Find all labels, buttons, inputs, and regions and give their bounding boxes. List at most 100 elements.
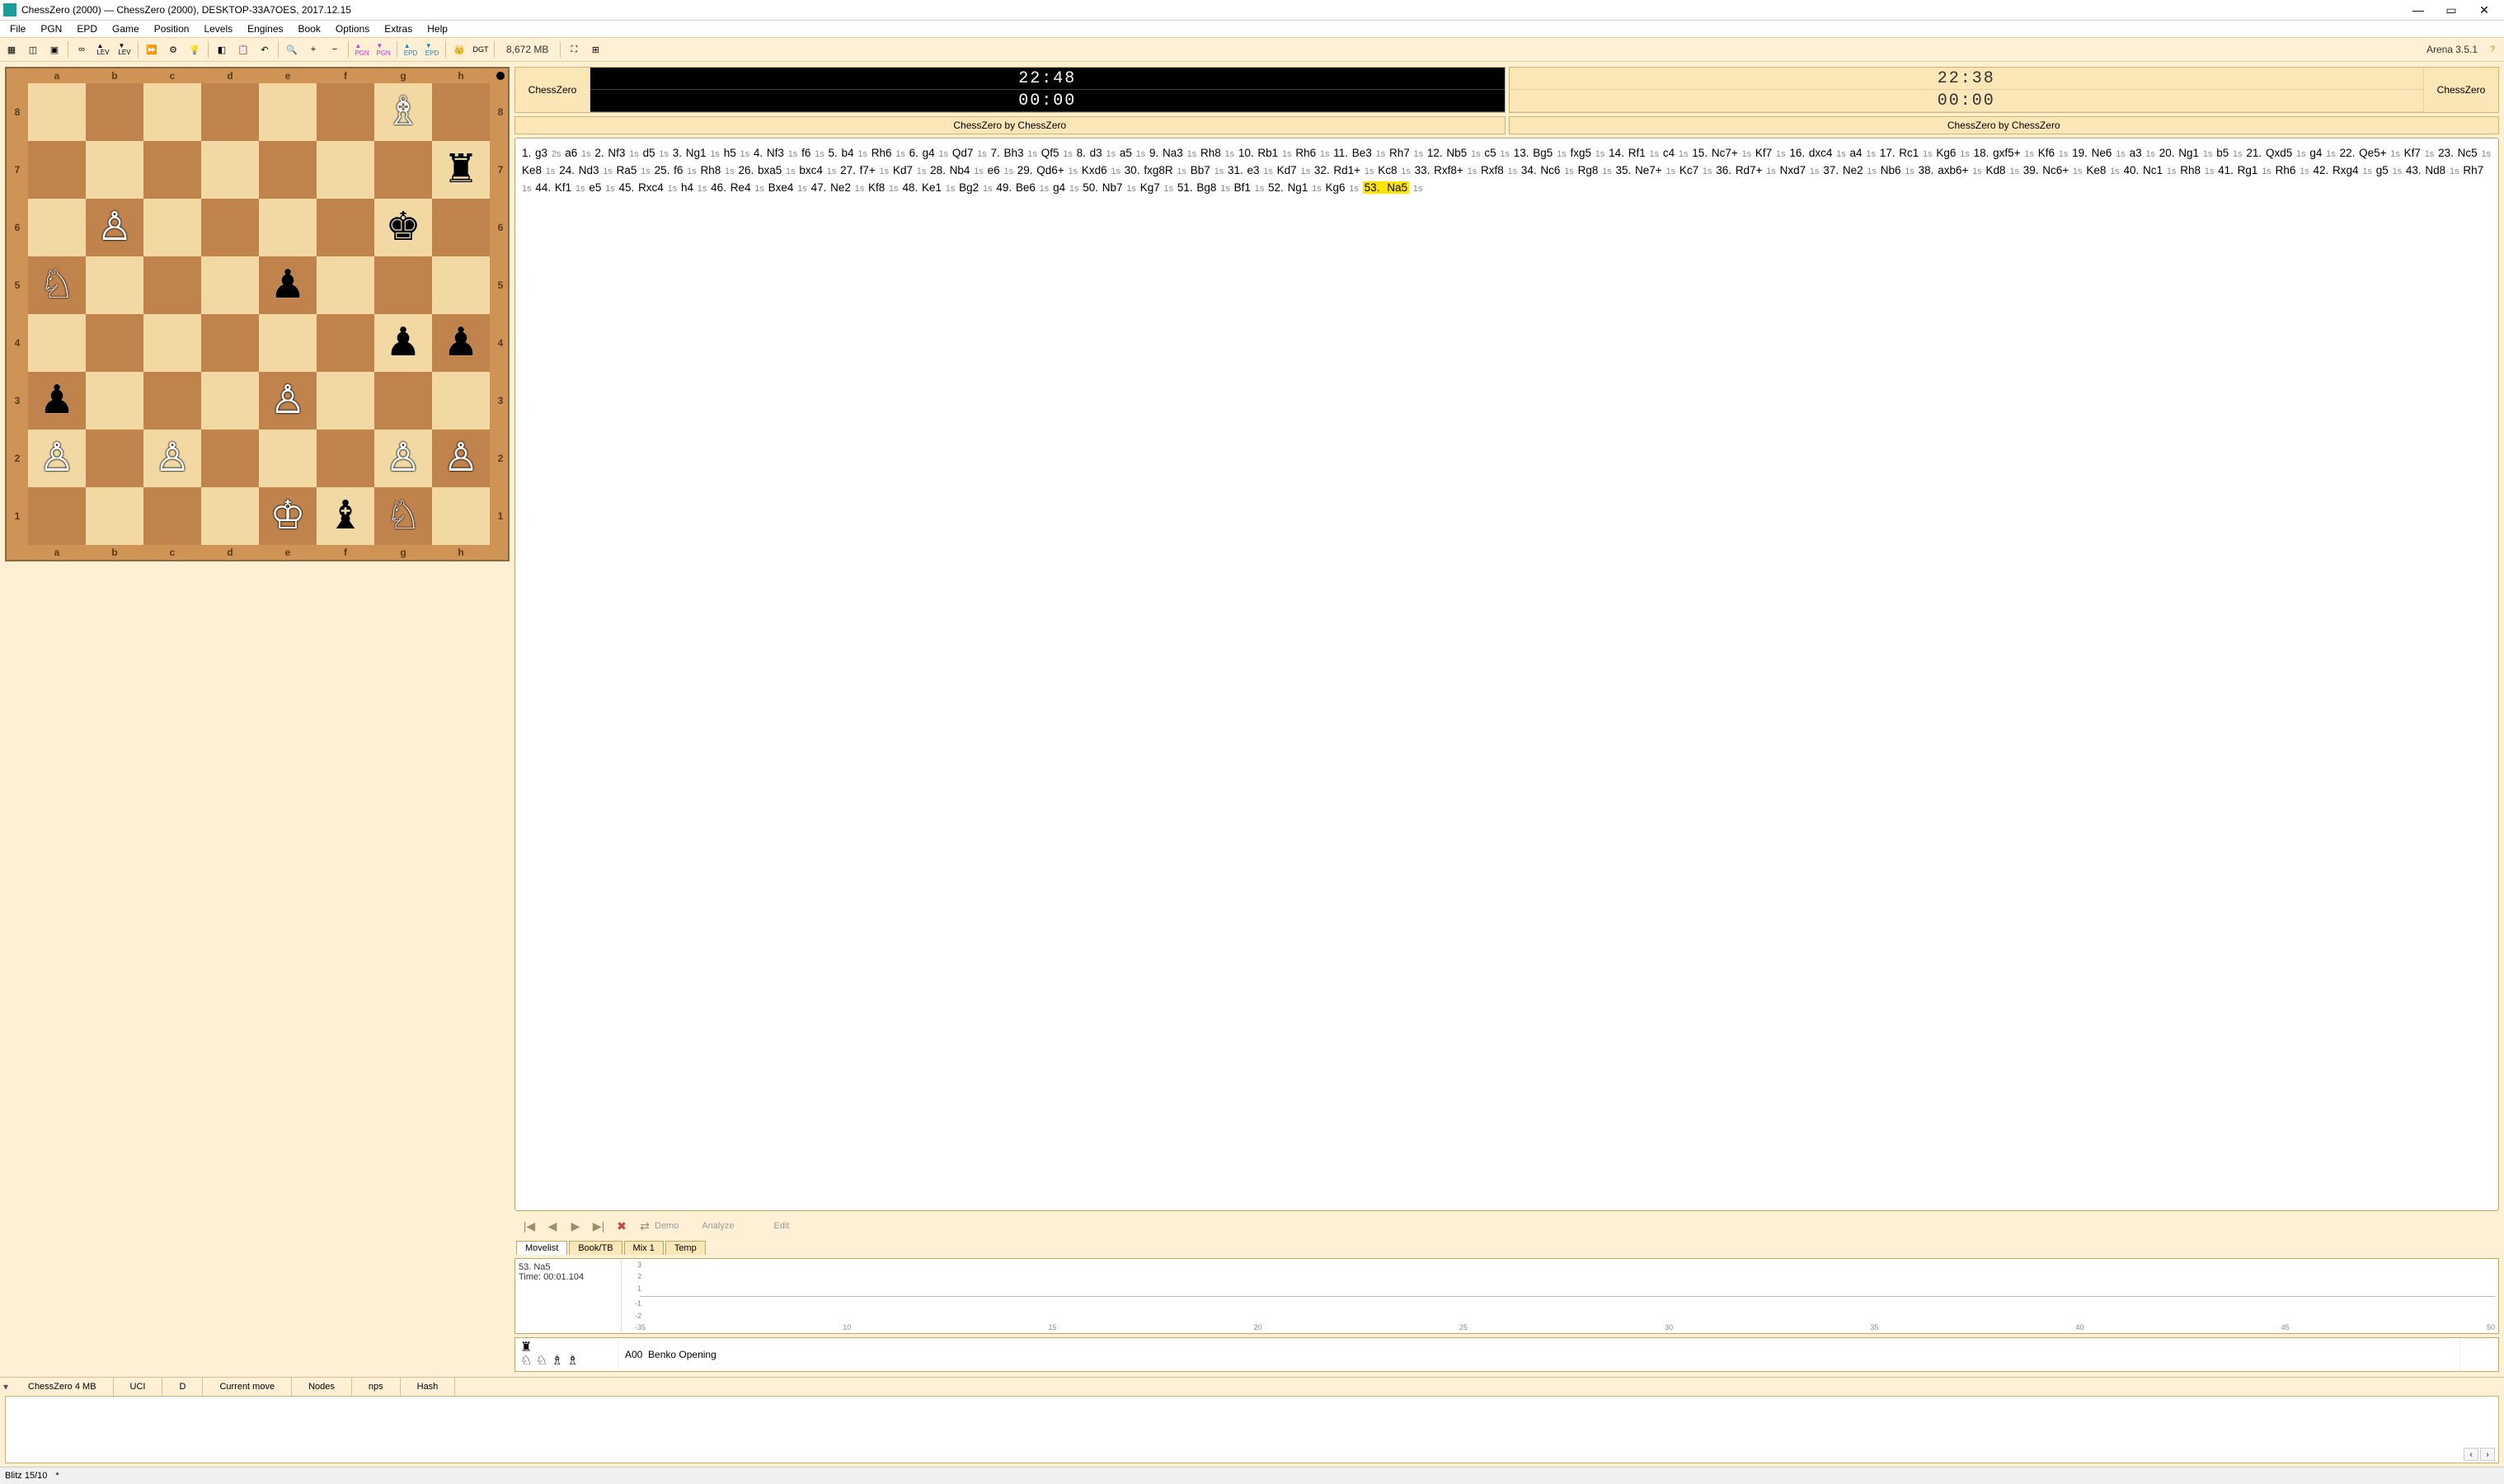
square-g2[interactable]: ♙	[374, 430, 432, 487]
tab-mix1[interactable]: Mix 1	[624, 1241, 664, 1255]
square-f1[interactable]: ♝	[317, 487, 374, 545]
toolbar-chart-icon[interactable]: ▣	[45, 40, 64, 59]
square-h1[interactable]	[432, 487, 490, 545]
toolbar-fastfwd-icon[interactable]: ⏩	[142, 40, 162, 59]
toolbar-expand-icon[interactable]: ⛶	[564, 40, 584, 59]
square-b7[interactable]	[86, 141, 143, 199]
toolbar-zoomin-icon[interactable]: +	[303, 40, 323, 59]
square-f2[interactable]	[317, 430, 374, 487]
square-e7[interactable]	[259, 141, 317, 199]
piece-wP[interactable]: ♙	[443, 439, 478, 478]
square-d1[interactable]	[201, 487, 259, 545]
square-b2[interactable]	[86, 430, 143, 487]
square-a8[interactable]	[28, 83, 86, 141]
toolbar-setup-icon[interactable]: ◫	[23, 40, 43, 59]
menu-game[interactable]: Game	[106, 21, 146, 36]
square-a1[interactable]	[28, 487, 86, 545]
toolbar-grid-icon[interactable]: ⊞	[585, 40, 605, 59]
menu-engines[interactable]: Engines	[241, 21, 289, 36]
square-c8[interactable]	[143, 83, 201, 141]
square-f5[interactable]	[317, 256, 374, 314]
piece-bP[interactable]: ♟	[385, 323, 420, 363]
square-d7[interactable]	[201, 141, 259, 199]
toolbar-back-icon[interactable]: ↶	[255, 40, 275, 59]
chess-board[interactable]: abcdefgh8♗87♜76♙♚65♘♟54♟♟43♟♙32♙♙♙♙21♔♝♘…	[7, 68, 508, 560]
square-b1[interactable]	[86, 487, 143, 545]
piece-wP[interactable]: ♙	[154, 439, 190, 478]
close-button[interactable]: ✕	[2468, 0, 2501, 20]
menu-levels[interactable]: Levels	[197, 21, 239, 36]
piece-wN[interactable]: ♘	[39, 265, 74, 305]
square-d5[interactable]	[201, 256, 259, 314]
square-d3[interactable]	[201, 372, 259, 430]
square-e1[interactable]: ♔	[259, 487, 317, 545]
toolbar-boardedit-icon[interactable]: ◧	[212, 40, 232, 59]
square-d8[interactable]	[201, 83, 259, 141]
square-c1[interactable]	[143, 487, 201, 545]
menu-pgn[interactable]: PGN	[34, 21, 68, 36]
menu-file[interactable]: File	[3, 21, 32, 36]
toolbar-zoomout-icon[interactable]: −	[325, 40, 345, 59]
square-h3[interactable]	[432, 372, 490, 430]
menu-extras[interactable]: Extras	[378, 21, 419, 36]
square-e6[interactable]	[259, 199, 317, 256]
tab-movelist[interactable]: Movelist	[516, 1241, 567, 1255]
help-icon[interactable]: ?	[2483, 40, 2502, 59]
square-b5[interactable]	[86, 256, 143, 314]
piece-wP[interactable]: ♙	[385, 439, 420, 478]
tab-temp[interactable]: Temp	[665, 1241, 706, 1255]
toolbar-copy-icon[interactable]: 📋	[233, 40, 253, 59]
square-e2[interactable]	[259, 430, 317, 487]
square-g6[interactable]: ♚	[374, 199, 432, 256]
toolbar-search-icon[interactable]: 🔍	[282, 40, 302, 59]
toolbar-bulb-icon[interactable]: 💡	[185, 40, 204, 59]
square-d4[interactable]	[201, 314, 259, 372]
square-h2[interactable]: ♙	[432, 430, 490, 487]
toolbar-epd-save-icon[interactable]: ▼EPD	[422, 40, 442, 59]
menu-book[interactable]: Book	[292, 21, 327, 36]
square-f7[interactable]	[317, 141, 374, 199]
toolbar-engine-icon[interactable]: ⚙	[163, 40, 183, 59]
menu-epd[interactable]: EPD	[70, 21, 104, 36]
square-a3[interactable]: ♟	[28, 372, 86, 430]
piece-wB[interactable]: ♗	[385, 92, 420, 132]
square-b6[interactable]: ♙	[86, 199, 143, 256]
square-h7[interactable]: ♜	[432, 141, 490, 199]
piece-bR[interactable]: ♜	[443, 150, 478, 190]
square-e8[interactable]	[259, 83, 317, 141]
piece-wN[interactable]: ♘	[385, 496, 420, 536]
square-a2[interactable]: ♙	[28, 430, 86, 487]
menu-help[interactable]: Help	[420, 21, 454, 36]
toolbar-pgn-save-icon[interactable]: ▼PGN	[373, 40, 393, 59]
square-a7[interactable]	[28, 141, 86, 199]
nav-last-icon[interactable]: ▶|	[590, 1218, 607, 1234]
square-b3[interactable]	[86, 372, 143, 430]
toolbar-epd-load-icon[interactable]: ▲EPD	[401, 40, 420, 59]
minimize-button[interactable]: —	[2402, 0, 2435, 20]
engbar-dropdown-icon[interactable]: ▾	[0, 1381, 12, 1392]
square-b8[interactable]	[86, 83, 143, 141]
nav-next-icon[interactable]: ▶	[567, 1218, 584, 1234]
square-e4[interactable]	[259, 314, 317, 372]
piece-bP[interactable]: ♟	[39, 381, 74, 420]
nav-prev-icon[interactable]: ◀	[544, 1218, 561, 1234]
analyze-link[interactable]: Analyze	[702, 1221, 734, 1231]
menu-options[interactable]: Options	[329, 21, 376, 36]
piece-wP[interactable]: ♙	[270, 381, 305, 420]
square-e3[interactable]: ♙	[259, 372, 317, 430]
piece-bK[interactable]: ♚	[385, 208, 420, 247]
square-b4[interactable]	[86, 314, 143, 372]
square-a6[interactable]	[28, 199, 86, 256]
move-list[interactable]: 1. g3 2s a6 1s 2. Nf3 1s d5 1s 3. Ng1 1s…	[514, 138, 2499, 1211]
square-d6[interactable]	[201, 199, 259, 256]
square-a4[interactable]	[28, 314, 86, 372]
square-a5[interactable]: ♘	[28, 256, 86, 314]
toolbar-level1-icon[interactable]: ▲LEV	[93, 40, 113, 59]
square-f6[interactable]	[317, 199, 374, 256]
square-c3[interactable]	[143, 372, 201, 430]
maximize-button[interactable]: ▭	[2435, 0, 2468, 20]
piece-wK[interactable]: ♔	[270, 496, 305, 536]
square-f3[interactable]	[317, 372, 374, 430]
engine-output[interactable]: ‹ ›	[5, 1396, 2499, 1463]
square-g8[interactable]: ♗	[374, 83, 432, 141]
